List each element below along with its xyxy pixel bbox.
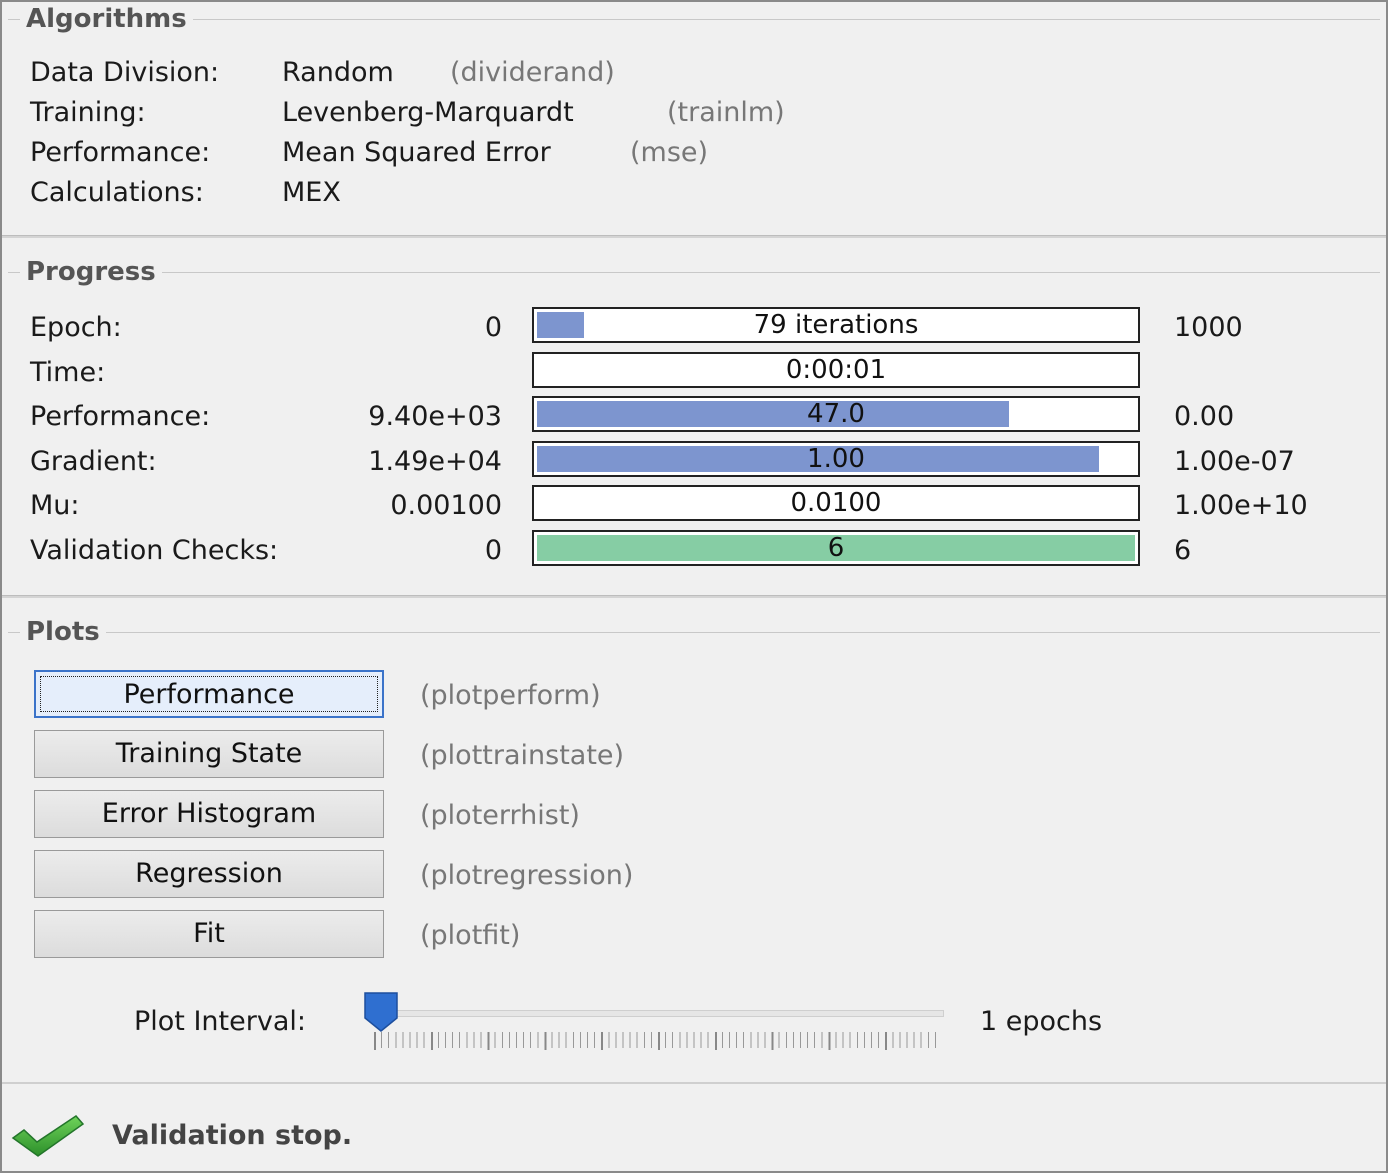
performance-label: Performance: xyxy=(30,401,211,432)
validation-bar-text: 6 xyxy=(827,533,845,563)
validation-checks-end: 6 xyxy=(1174,535,1192,566)
checkmark-icon xyxy=(11,1115,85,1157)
epoch-start: 0 xyxy=(484,312,502,343)
separator xyxy=(2,595,1386,598)
mu-label: Mu: xyxy=(30,490,80,521)
performance-algo-value: Mean Squared Error xyxy=(282,137,551,168)
plot-regression-button[interactable]: Regression xyxy=(34,850,384,898)
data-division-value: Random xyxy=(282,57,394,88)
plot-error-histogram-button[interactable]: Error Histogram xyxy=(34,790,384,838)
validation-checks-bar: 6 xyxy=(532,530,1140,566)
plot-performance-code: (plotperform) xyxy=(420,680,601,711)
plot-training-state-button[interactable]: Training State xyxy=(34,730,384,778)
plot-interval-slider-thumb[interactable] xyxy=(364,992,398,1032)
gradient-label: Gradient: xyxy=(30,446,157,477)
plot-interval-value: 1 epochs xyxy=(980,1006,1103,1037)
epoch-end: 1000 xyxy=(1174,312,1243,343)
time-bar-text: 0:00:01 xyxy=(785,355,887,385)
time-progress-bar: 0:00:01 xyxy=(532,352,1140,388)
plots-group: Plots xyxy=(8,617,1380,647)
validation-checks-label: Validation Checks: xyxy=(30,535,279,566)
performance-algo-code: (mse) xyxy=(630,137,709,168)
plot-performance-button[interactable]: Performance xyxy=(34,670,384,718)
plots-title: Plots xyxy=(20,617,106,647)
plot-fit-button[interactable]: Fit xyxy=(34,910,384,958)
plot-interval-label: Plot Interval: xyxy=(134,1006,306,1037)
progress-group: Progress xyxy=(8,257,1380,287)
plot-error-histogram-code: (ploterrhist) xyxy=(420,800,580,831)
training-code: (trainlm) xyxy=(667,97,785,128)
slider-major-ticks xyxy=(374,1032,942,1050)
status-bar: Validation stop. xyxy=(2,1082,1386,1173)
gradient-bar-text: 1.00 xyxy=(807,444,865,474)
training-label: Training: xyxy=(30,97,146,128)
training-window: Algorithms Data Division: Random (divide… xyxy=(0,0,1388,1173)
status-text: Validation stop. xyxy=(112,1120,353,1151)
gradient-progress-bar: 1.00 xyxy=(532,441,1140,477)
calculations-value: MEX xyxy=(282,177,341,208)
progress-title: Progress xyxy=(20,257,162,287)
performance-progress-bar: 47.0 xyxy=(532,396,1140,432)
mu-progress-bar: 0.0100 xyxy=(532,485,1140,521)
algorithms-group: Algorithms xyxy=(8,4,1380,34)
mu-start: 0.00100 xyxy=(390,490,502,521)
validation-checks-start: 0 xyxy=(484,535,502,566)
data-division-code: (dividerand) xyxy=(450,57,615,88)
algorithms-title: Algorithms xyxy=(20,4,193,34)
data-division-label: Data Division: xyxy=(30,57,220,88)
plot-training-state-code: (plottrainstate) xyxy=(420,740,625,771)
time-label: Time: xyxy=(30,357,106,388)
performance-algo-label: Performance: xyxy=(30,137,211,168)
plot-interval-slider-track[interactable] xyxy=(374,1010,944,1017)
epoch-progress-bar: 79 iterations xyxy=(532,307,1140,343)
epoch-label: Epoch: xyxy=(30,312,122,343)
calculations-label: Calculations: xyxy=(30,177,204,208)
performance-bar-text: 47.0 xyxy=(807,399,865,429)
performance-start: 9.40e+03 xyxy=(368,401,502,432)
separator xyxy=(2,235,1386,238)
training-value: Levenberg-Marquardt xyxy=(282,97,574,128)
mu-bar-text: 0.0100 xyxy=(790,488,882,518)
mu-end: 1.00e+10 xyxy=(1174,490,1308,521)
gradient-end: 1.00e-07 xyxy=(1174,446,1295,477)
plot-fit-code: (plotfit) xyxy=(420,920,521,951)
plot-regression-code: (plotregression) xyxy=(420,860,634,891)
performance-end: 0.00 xyxy=(1174,401,1235,432)
epoch-bar-text: 79 iterations xyxy=(753,310,919,340)
gradient-start: 1.49e+04 xyxy=(368,446,502,477)
